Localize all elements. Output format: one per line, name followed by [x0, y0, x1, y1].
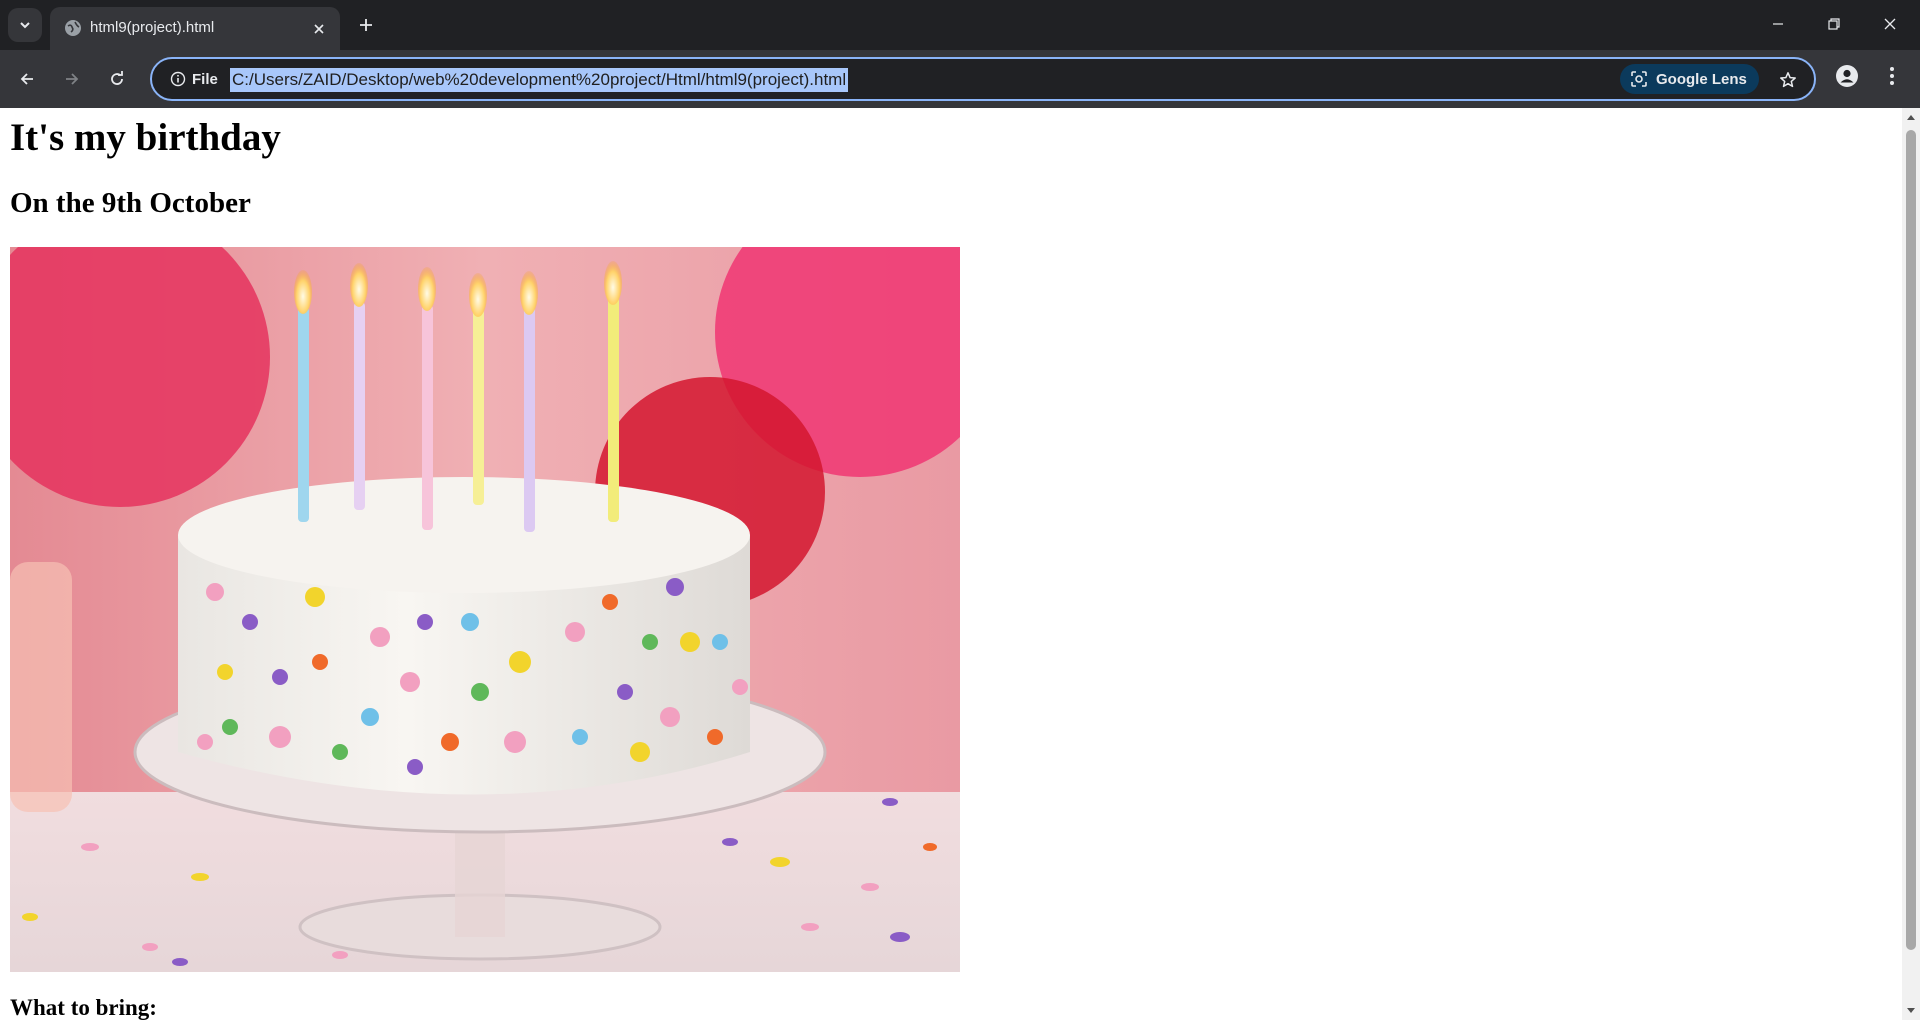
- url-text[interactable]: C:/Users/ZAID/Desktop/web%20development%…: [230, 68, 849, 92]
- plus-icon: [360, 19, 372, 31]
- tab-close-button[interactable]: [308, 18, 330, 40]
- minimize-button[interactable]: [1750, 0, 1806, 48]
- close-window-button[interactable]: [1862, 0, 1918, 48]
- tab-strip: html9(project).html: [0, 0, 1920, 50]
- reload-button[interactable]: [101, 63, 133, 95]
- close-icon: [314, 24, 324, 34]
- toolbar: File C:/Users/ZAID/Desktop/web%20develop…: [0, 50, 1920, 108]
- page-viewport: It's my birthday On the 9th October What…: [0, 108, 1920, 1020]
- reload-icon: [111, 71, 123, 85]
- globe-icon: [65, 20, 81, 36]
- birthday-cake-image: [10, 247, 960, 972]
- google-lens-label: Google Lens: [1656, 70, 1747, 88]
- arrow-left-icon: [20, 73, 33, 85]
- page-subtitle: On the 9th October: [10, 187, 251, 219]
- tab-title: html9(project).html: [90, 19, 215, 36]
- lens-icon: [1631, 71, 1647, 87]
- info-icon: [170, 71, 186, 87]
- triangle-down-icon: [1907, 1008, 1915, 1013]
- what-to-bring-heading: What to bring:: [10, 995, 157, 1020]
- scroll-up-button[interactable]: [1902, 108, 1920, 126]
- google-lens-button[interactable]: Google Lens: [1620, 64, 1759, 94]
- site-info-button[interactable]: File: [162, 65, 226, 93]
- restore-button[interactable]: [1806, 0, 1862, 48]
- new-tab-button[interactable]: [352, 11, 380, 39]
- minimize-icon: [1773, 23, 1783, 25]
- site-info-label: File: [192, 70, 218, 88]
- cake-illustration: [10, 247, 960, 972]
- triangle-up-icon: [1907, 115, 1915, 120]
- bookmark-button[interactable]: [1773, 65, 1803, 95]
- arrow-right-icon: [66, 73, 79, 85]
- active-tab[interactable]: html9(project).html: [50, 7, 340, 50]
- more-vert-icon: [1890, 67, 1894, 85]
- vertical-scrollbar[interactable]: [1902, 108, 1920, 1020]
- address-bar[interactable]: File C:/Users/ZAID/Desktop/web%20develop…: [150, 57, 1816, 101]
- browser-menu-button[interactable]: [1877, 61, 1907, 91]
- chevron-down-icon: [20, 22, 30, 29]
- scrollbar-thumb[interactable]: [1906, 130, 1916, 950]
- avatar-icon: [1836, 65, 1858, 87]
- forward-button[interactable]: [56, 63, 88, 95]
- star-icon: [1780, 72, 1796, 88]
- restore-icon: [1828, 18, 1840, 30]
- back-button[interactable]: [11, 63, 43, 95]
- profile-button[interactable]: [1832, 61, 1862, 91]
- scroll-down-button[interactable]: [1902, 1002, 1920, 1020]
- close-icon: [1884, 18, 1896, 30]
- tab-search-button[interactable]: [8, 8, 42, 42]
- page-title: It's my birthday: [10, 116, 281, 159]
